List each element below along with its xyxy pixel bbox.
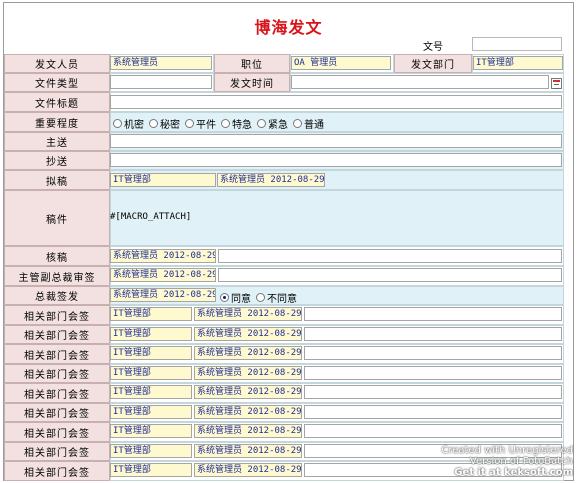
verify-signer-field[interactable]: 系统管理员 2012-08-29 [110, 249, 216, 263]
countersign-signer-field[interactable]: 系统管理员 2012-08-29 [194, 327, 302, 341]
draft-dept-field[interactable]: IT管理部 [110, 173, 216, 187]
type-field[interactable] [110, 75, 212, 89]
countersign-signer-field[interactable]: 系统管理员 2012-08-29 [194, 424, 302, 438]
countersign-signer-field[interactable]: 系统管理员 2012-08-29 [194, 366, 302, 380]
countersign-dept-field[interactable]: IT管理部 [110, 424, 192, 438]
countersign-dept-field[interactable]: IT管理部 [110, 463, 192, 477]
countersign-signer-field[interactable]: 系统管理员 2012-08-29 [194, 463, 302, 477]
countersign-signer-field[interactable]: 系统管理员 2012-08-29 [194, 444, 302, 458]
verify-label: 核稿 [4, 246, 110, 266]
form-title: 博海发文 [254, 18, 323, 37]
countersign-comment-field[interactable] [304, 405, 562, 419]
countersign-comment-field[interactable] [304, 307, 562, 321]
copy-send-field[interactable] [110, 153, 562, 167]
president-signer-field[interactable]: 系统管理员 2012-08-29 [110, 288, 216, 302]
importance-option[interactable]: 普通 [293, 116, 324, 131]
position-field[interactable]: OA 管理员 [291, 56, 391, 70]
subject-label: 文件标题 [4, 92, 110, 112]
importance-option[interactable]: 平件 [185, 116, 216, 131]
countersign-comment-field[interactable] [304, 385, 562, 399]
countersign-dept-field[interactable]: IT管理部 [110, 366, 192, 380]
vp-review-label: 主管副总裁审签 [4, 266, 110, 286]
main-send-label: 主送 [4, 132, 110, 151]
countersign-label: 相关部门会签 [4, 325, 110, 344]
countersign-label: 相关部门会签 [4, 383, 110, 403]
author-field[interactable]: 系统管理员 [110, 56, 212, 70]
importance-option[interactable]: 机密 [113, 116, 144, 131]
importance-option[interactable]: 秘密 [149, 116, 180, 131]
verify-comment-field[interactable] [218, 249, 562, 263]
countersign-label: 相关部门会签 [4, 305, 110, 325]
type-label: 文件类型 [4, 73, 110, 92]
macro-attach-text: #[MACRO_ATTACH] [110, 212, 192, 222]
radio-icon[interactable] [185, 119, 194, 128]
main-send-field[interactable] [110, 134, 562, 148]
countersign-signer-field[interactable]: 系统管理员 2012-08-29 [194, 346, 302, 360]
draft-signer-field[interactable]: 系统管理员 2012-08-29 [217, 173, 325, 187]
countersign-dept-field[interactable]: IT管理部 [110, 385, 192, 399]
draft-label: 拟稿 [4, 170, 110, 190]
vp-review-signer-field[interactable]: 系统管理员 2012-08-29 [110, 268, 216, 282]
countersign-label: 相关部门会签 [4, 442, 110, 461]
radio-icon[interactable] [149, 119, 158, 128]
subject-field[interactable] [110, 95, 562, 109]
position-label: 职位 [214, 54, 290, 73]
radio-icon[interactable] [113, 119, 122, 128]
watermark: Created with Unregistered Version of Fot… [441, 445, 573, 478]
radio-checked-icon[interactable] [220, 293, 229, 302]
countersign-label: 相关部门会签 [4, 422, 110, 442]
author-label: 发文人员 [4, 54, 110, 73]
agree-option[interactable]: 同意 [220, 290, 251, 305]
time-label: 发文时间 [214, 73, 290, 92]
countersign-comment-field[interactable] [304, 346, 562, 360]
countersign-signer-field[interactable]: 系统管理员 2012-08-29 [194, 405, 302, 419]
copy-send-label: 抄送 [4, 151, 110, 170]
body-label: 稿件 [4, 190, 110, 246]
countersign-dept-field[interactable]: IT管理部 [110, 327, 192, 341]
dept-field[interactable]: IT管理部 [473, 56, 563, 70]
radio-icon[interactable] [257, 119, 266, 128]
countersign-dept-field[interactable]: IT管理部 [110, 405, 192, 419]
importance-options: 机密 秘密 平件 特急 紧急 普通 [113, 116, 329, 131]
importance-option[interactable]: 紧急 [257, 116, 288, 131]
countersign-signer-field[interactable]: 系统管理员 2012-08-29 [194, 307, 302, 321]
countersign-signer-field[interactable]: 系统管理员 2012-08-29 [194, 385, 302, 399]
radio-icon[interactable] [256, 293, 265, 302]
radio-icon[interactable] [221, 119, 230, 128]
countersign-dept-field[interactable]: IT管理部 [110, 444, 192, 458]
countersign-dept-field[interactable]: IT管理部 [110, 346, 192, 360]
importance-label: 重要程度 [4, 112, 110, 132]
calendar-icon[interactable] [551, 78, 562, 89]
president-decision: 同意 不同意 [220, 290, 302, 305]
vp-review-comment-field[interactable] [218, 268, 562, 282]
time-field[interactable] [291, 75, 549, 89]
countersign-dept-field[interactable]: IT管理部 [110, 307, 192, 321]
disagree-option[interactable]: 不同意 [256, 290, 297, 305]
countersign-comment-field[interactable] [304, 327, 562, 341]
countersign-comment-field[interactable] [304, 424, 562, 438]
dept-label: 发文部门 [394, 54, 472, 73]
countersign-label: 相关部门会签 [4, 344, 110, 364]
radio-icon[interactable] [293, 119, 302, 128]
president-label: 总裁签发 [4, 286, 110, 305]
countersign-label: 相关部门会签 [4, 461, 110, 481]
countersign-label: 相关部门会签 [4, 364, 110, 383]
countersign-comment-field[interactable] [304, 366, 562, 380]
countersign-label: 相关部门会签 [4, 403, 110, 422]
doc-no-label: 文号 [423, 42, 443, 53]
doc-no-input[interactable] [472, 37, 562, 51]
importance-option[interactable]: 特急 [221, 116, 252, 131]
